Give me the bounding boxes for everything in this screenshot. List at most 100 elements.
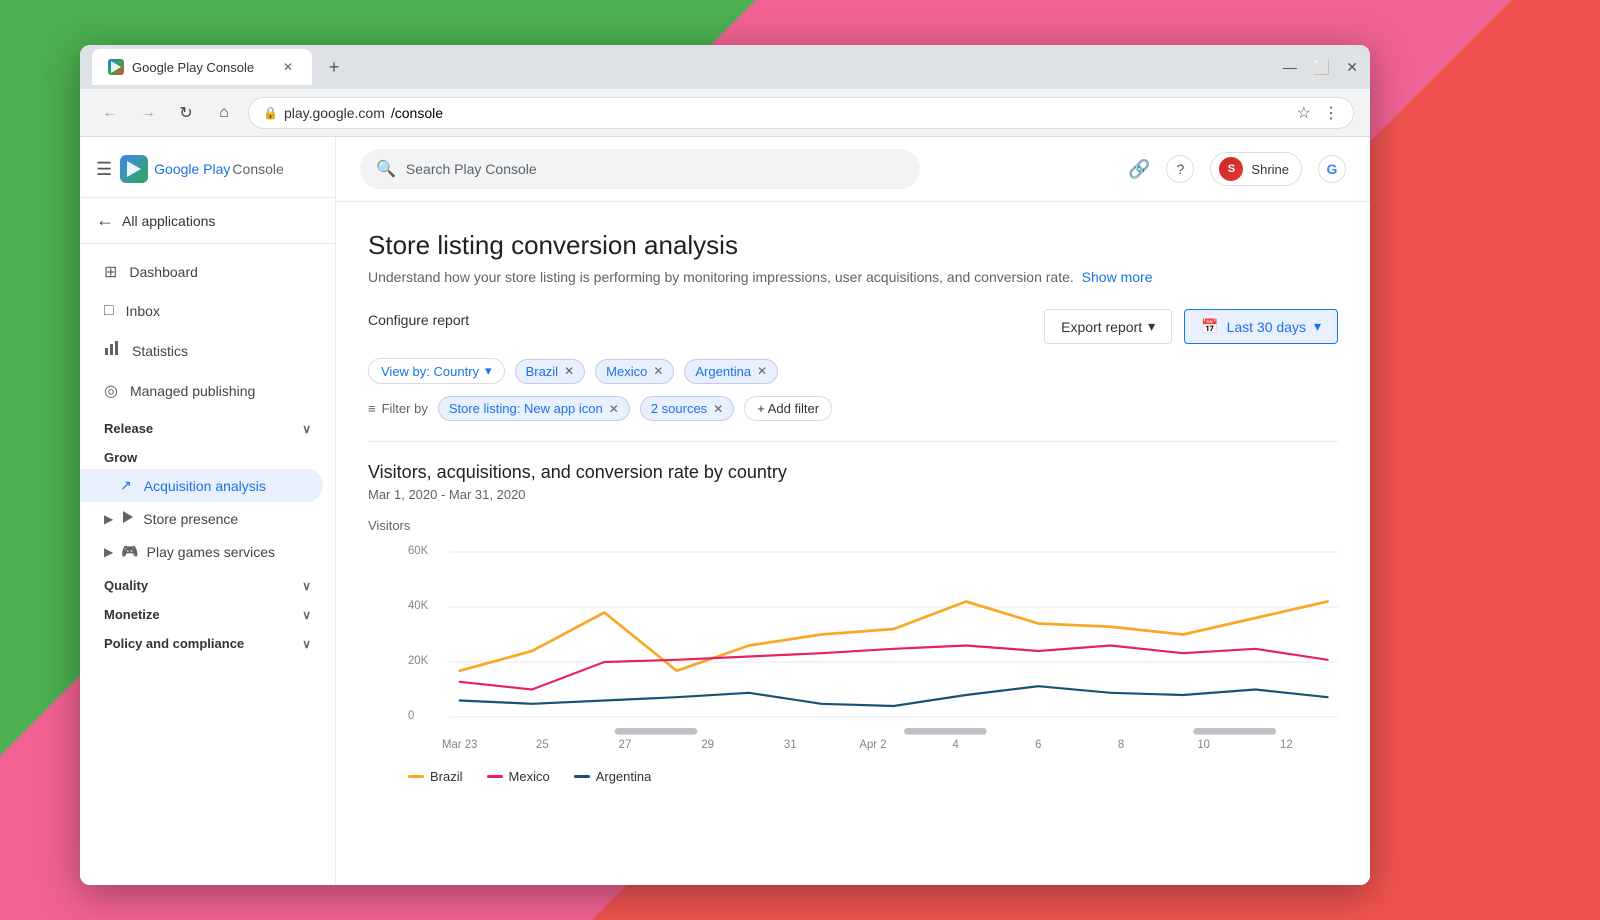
legend-label-argentina: Argentina [596, 769, 652, 784]
browser-tab[interactable]: Google Play Console ✕ [92, 49, 312, 85]
section-quality[interactable]: Quality ∨ [80, 568, 335, 597]
svg-text:40K: 40K [408, 599, 428, 612]
svg-text:Apr 2: Apr 2 [859, 737, 886, 750]
section-release-label: Release [104, 421, 153, 436]
section-policy-label: Policy and compliance [104, 636, 244, 651]
export-report-button[interactable]: Export report ▾ [1044, 309, 1172, 344]
maximize-button[interactable]: ⬜ [1313, 59, 1330, 76]
sources-label: 2 sources [651, 401, 707, 416]
view-by-selector[interactable]: View by: Country ▾ [368, 358, 505, 384]
brazil-filter-pill[interactable]: Brazil ✕ [515, 359, 586, 384]
release-expand-icon: ∨ [302, 422, 311, 436]
svg-text:6: 6 [1035, 737, 1041, 750]
all-applications-back[interactable]: ← All applications [80, 198, 335, 244]
sidebar-item-inbox[interactable]: □ Inbox [80, 292, 323, 330]
mexico-remove-button[interactable]: ✕ [653, 364, 663, 378]
browser-window: Google Play Console ✕ + — ⬜ ✕ ← → ↻ ⌂ 🔒 … [80, 45, 1370, 885]
google-g-letter: G [1327, 161, 1338, 177]
browser-addressbar: ← → ↻ ⌂ 🔒 play.google.com /console ☆ ⋮ [80, 89, 1370, 137]
sidebar-item-managed-publishing[interactable]: ◎ Managed publishing [80, 371, 323, 411]
store-listing-remove[interactable]: ✕ [609, 402, 619, 416]
back-arrow-icon: ← [96, 210, 114, 231]
argentina-filter-pill[interactable]: Argentina ✕ [684, 359, 778, 384]
filter-icon: ≡ [368, 401, 376, 416]
sidebar-item-play-games[interactable]: ▶ 🎮 Play games services [80, 535, 335, 568]
configure-section: Configure report Export report ▾ 📅 Last … [368, 309, 1338, 421]
search-box[interactable]: 🔍 Search Play Console [360, 149, 920, 189]
sidebar-dashboard-label: Dashboard [129, 264, 198, 280]
svg-text:8: 8 [1118, 737, 1125, 750]
forward-button[interactable]: → [134, 104, 162, 122]
show-more-link[interactable]: Show more [1082, 269, 1153, 285]
legend-dot-brazil [408, 775, 424, 778]
mexico-label: Mexico [606, 364, 647, 379]
sources-remove[interactable]: ✕ [713, 402, 723, 416]
tab-favicon [108, 59, 124, 75]
store-presence-label: Store presence [143, 511, 238, 527]
section-quality-label: Quality [104, 578, 148, 593]
add-filter-button[interactable]: + Add filter [744, 396, 832, 421]
link-icon[interactable]: 🔗 [1128, 159, 1150, 180]
legend-item-mexico: Mexico [487, 769, 550, 784]
search-placeholder: Search Play Console [406, 161, 537, 177]
svg-text:20K: 20K [408, 654, 428, 667]
sidebar-header: ☰ Google Play Console [80, 137, 335, 198]
svg-text:Mar 23: Mar 23 [442, 737, 477, 750]
new-tab-button[interactable]: + [320, 53, 348, 81]
quality-expand-icon: ∨ [302, 579, 311, 593]
help-icon[interactable]: ? [1166, 155, 1194, 183]
google-account-button[interactable]: G [1318, 155, 1346, 183]
minimize-button[interactable]: — [1283, 59, 1297, 75]
subtitle-text: Understand how your store listing is per… [368, 269, 1074, 285]
hamburger-menu[interactable]: ☰ [96, 159, 112, 180]
page-title: Store listing conversion analysis [368, 230, 1338, 261]
sidebar-item-dashboard[interactable]: ⊞ Dashboard [80, 252, 323, 292]
close-button[interactable]: ✕ [1346, 59, 1358, 76]
page-content: Store listing conversion analysis Unders… [336, 202, 1370, 812]
logo-icon [120, 155, 148, 183]
argentina-remove-button[interactable]: ✕ [757, 364, 767, 378]
configure-title: Configure report [368, 312, 469, 328]
play-games-icon: 🎮 [121, 543, 138, 560]
sidebar-item-store-presence[interactable]: ▶ Store presence [80, 502, 335, 535]
chart-title: Visitors, acquisitions, and conversion r… [368, 462, 1338, 483]
address-domain: play.google.com [284, 105, 385, 121]
section-monetize[interactable]: Monetize ∨ [80, 597, 335, 626]
visitors-chart: 60K 40K 20K 0 [408, 541, 1338, 761]
inbox-icon: □ [104, 302, 114, 320]
acquisition-icon: ↗ [120, 477, 132, 494]
argentina-label: Argentina [695, 364, 751, 379]
sidebar-item-acquisition-analysis[interactable]: ↗ Acquisition analysis [80, 469, 323, 502]
sidebar-managed-label: Managed publishing [130, 383, 255, 399]
store-listing-filter-pill[interactable]: Store listing: New app icon ✕ [438, 396, 630, 421]
sidebar-item-statistics[interactable]: Statistics [80, 330, 323, 371]
svg-text:12: 12 [1280, 737, 1293, 750]
sources-filter-pill[interactable]: 2 sources ✕ [640, 396, 734, 421]
mexico-filter-pill[interactable]: Mexico ✕ [595, 359, 674, 384]
section-release[interactable]: Release ∨ [80, 411, 335, 440]
brazil-remove-button[interactable]: ✕ [564, 364, 574, 378]
search-icon: 🔍 [376, 159, 396, 179]
legend-item-brazil: Brazil [408, 769, 463, 784]
address-bar[interactable]: 🔒 play.google.com /console ☆ ⋮ [248, 97, 1354, 129]
refresh-button[interactable]: ↻ [172, 103, 200, 123]
filter-row: ≡ Filter by Store listing: New app icon … [368, 396, 1338, 421]
brazil-label: Brazil [526, 364, 559, 379]
section-divider [368, 441, 1338, 442]
chart-container: 60K 40K 20K 0 [408, 541, 1338, 761]
export-label: Export report [1061, 319, 1142, 335]
address-menu-icon[interactable]: ⋮ [1323, 103, 1339, 123]
main-content: 🔍 Search Play Console 🔗 ? S Shrine G [336, 137, 1370, 885]
section-policy[interactable]: Policy and compliance ∨ [80, 626, 335, 655]
back-button[interactable]: ← [96, 104, 124, 122]
tab-close-button[interactable]: ✕ [280, 59, 296, 75]
home-button[interactable]: ⌂ [210, 104, 238, 122]
svg-text:10: 10 [1197, 737, 1210, 750]
play-games-label: Play games services [147, 544, 275, 560]
user-badge[interactable]: S Shrine [1210, 152, 1302, 186]
bookmark-icon[interactable]: ☆ [1297, 103, 1311, 123]
app-layout: ☰ Google Play Console ← All applications [80, 137, 1370, 885]
section-grow-label: Grow [104, 450, 137, 465]
date-range-button[interactable]: 📅 Last 30 days ▾ [1184, 309, 1338, 344]
chart-legend: Brazil Mexico Argentina [408, 769, 1338, 784]
